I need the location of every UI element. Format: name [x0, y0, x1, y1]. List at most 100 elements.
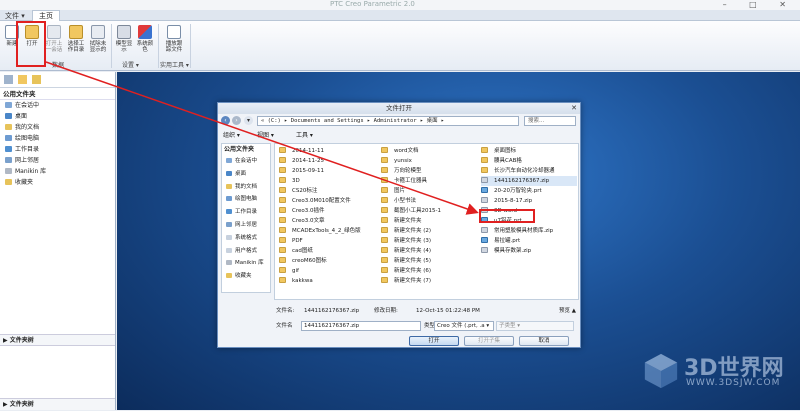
ribbon-divider: [158, 24, 159, 68]
dialog-nav-item[interactable]: 网上邻居: [222, 219, 270, 232]
file-item[interactable]: 2015-8-17.zip: [481, 196, 577, 206]
dialog-nav-item[interactable]: 我的文档: [222, 181, 270, 194]
file-item[interactable]: 易拉罐.prt: [481, 236, 577, 246]
nav-item-desktop[interactable]: 桌面: [0, 111, 115, 122]
file-name-input[interactable]: 1441162176367.zip: [301, 321, 421, 331]
folder-icon: [381, 247, 388, 253]
folder-item[interactable]: 小型书法: [381, 196, 441, 206]
dialog-nav-item[interactable]: 在会话中: [222, 155, 270, 168]
folder-browser-icon[interactable]: [18, 75, 27, 84]
folder-icon: [481, 167, 488, 173]
folder-item[interactable]: 截图小工具2015-1: [381, 206, 441, 216]
folder-item[interactable]: 新建文件夹 (7): [381, 276, 441, 286]
recent-locations-icon[interactable]: ▾: [244, 116, 253, 125]
open-last-session-button[interactable]: 打开上一会话: [44, 25, 64, 53]
working-directory-button[interactable]: 选择工作目录: [66, 25, 86, 53]
folder-item[interactable]: 图片: [381, 186, 441, 196]
favorites-icon[interactable]: [32, 75, 41, 84]
folder-item[interactable]: yunsix: [381, 156, 441, 166]
folder-item[interactable]: creoM60图标: [279, 256, 361, 266]
file-name: MCADExTools_4_2_绿色版: [292, 228, 361, 234]
dialog-nav-item[interactable]: 桌面: [222, 168, 270, 181]
folder-item[interactable]: 新建文件夹 (4): [381, 246, 441, 256]
folder-item[interactable]: word文档: [381, 146, 441, 156]
folder-item[interactable]: Creo3.0M010配置文件: [279, 196, 361, 206]
folder-item[interactable]: gif: [279, 266, 361, 276]
file-name: 腰具CAB格: [494, 158, 522, 164]
folder-item[interactable]: 长沙汽车自动化冷却器通: [481, 166, 577, 176]
file-item[interactable]: 常用塑胶模具材质库.zip: [481, 226, 577, 236]
file-name: 2015-8-17.zip: [494, 198, 533, 204]
file-item[interactable]: 模具存数架.zip: [481, 246, 577, 256]
folder-tree-bottom[interactable]: ▶ 文件夹树: [0, 398, 115, 410]
folder-item[interactable]: PDF: [279, 236, 361, 246]
folder-item[interactable]: 新建文件夹 (2): [381, 226, 441, 236]
forward-icon[interactable]: ›: [232, 116, 241, 125]
file-item[interactable]: 1441162176367.zip: [481, 176, 577, 186]
preview-toggle[interactable]: 预览 ▲: [559, 306, 576, 316]
play-trail-file-button[interactable]: 播放跟踪文件: [164, 25, 184, 53]
folder-item[interactable]: 新建文件夹: [381, 216, 441, 226]
subtype-select[interactable]: 子类型 ▾: [496, 321, 574, 331]
address-path[interactable]: « (C:) ▸ Documents and Settings ▸ Admini…: [257, 116, 519, 126]
system-colors-button[interactable]: 系统颜色: [135, 25, 155, 53]
folder-item[interactable]: 新建文件夹 (6): [381, 266, 441, 276]
folder-icon: [381, 147, 388, 153]
nav-item-computer[interactable]: 绘图电脑: [0, 133, 115, 144]
file-menu[interactable]: 文件 ▾: [2, 11, 28, 21]
close-icon[interactable]: ✕: [571, 103, 577, 114]
folder-item[interactable]: CS20标注: [279, 186, 361, 196]
file-item[interactable]: 20-20万智轮央.prt: [481, 186, 577, 196]
dialog-nav-item[interactable]: 用户格式: [222, 245, 270, 258]
folder-item[interactable]: MCADExTools_4_2_绿色版: [279, 226, 361, 236]
nav-item-my-documents[interactable]: 我的文档: [0, 122, 115, 133]
folder-item[interactable]: 3D: [279, 176, 361, 186]
dialog-nav-item[interactable]: Manikin 库: [222, 257, 270, 270]
nav-item-favorites[interactable]: 收藏夹: [0, 177, 115, 188]
search-input[interactable]: 搜索...: [524, 116, 576, 126]
dialog-nav-item[interactable]: 绘图电脑: [222, 193, 270, 206]
folder-item[interactable]: 桌面图标: [481, 146, 577, 156]
views-menu[interactable]: 视图 ▾: [257, 130, 274, 141]
folder-item[interactable]: 腰具CAB格: [481, 156, 577, 166]
group-settings-label[interactable]: 设置 ▾: [122, 60, 139, 69]
nav-item-manikin[interactable]: Manikin 库: [0, 166, 115, 177]
folder-item[interactable]: 新建文件夹 (3): [381, 236, 441, 246]
nav-item-in-session[interactable]: 在会话中: [0, 100, 115, 111]
open-file-button[interactable]: 打开: [409, 336, 459, 346]
folder-item[interactable]: 卡箍工位器具: [381, 176, 441, 186]
cube-logo-icon: [644, 353, 678, 389]
folder-item[interactable]: 2014-11-25: [279, 156, 361, 166]
zip-file-icon: [481, 247, 488, 253]
folder-item[interactable]: 2015-09-11: [279, 166, 361, 176]
organize-menu[interactable]: 组织 ▾: [223, 130, 240, 141]
dialog-nav-item[interactable]: 收藏夹: [222, 270, 270, 283]
folder-item[interactable]: 万向轮模型: [381, 166, 441, 176]
system-formats-icon: [226, 234, 232, 240]
dialog-nav-item[interactable]: 工作目录: [222, 206, 270, 219]
model-tree-icon[interactable]: [4, 75, 13, 84]
open-subset-button[interactable]: 打开子集: [464, 336, 514, 346]
nav-item-working-directory[interactable]: 工作目录: [0, 144, 115, 155]
nav-item-network[interactable]: 网上邻居: [0, 155, 115, 166]
folder-icon: [381, 167, 388, 173]
folder-item[interactable]: 2014-11-11: [279, 146, 361, 156]
play-trail-file-label: 播放跟踪文件: [165, 41, 183, 53]
model-display-button[interactable]: 模型显示: [114, 25, 134, 53]
erase-not-displayed-button[interactable]: 拭除未显示的: [88, 25, 108, 53]
dialog-nav-item[interactable]: 系统格式: [222, 232, 270, 245]
window-controls[interactable]: – □ ✕: [723, 0, 796, 9]
folder-item[interactable]: Creo3.0文章: [279, 216, 361, 226]
file-type-select[interactable]: Creo 文件 (.prt, .a ▾: [434, 321, 494, 331]
folder-item[interactable]: kakkwa: [279, 276, 361, 286]
tools-menu[interactable]: 工具 ▾: [296, 130, 313, 141]
tab-home[interactable]: 主页: [32, 10, 60, 21]
group-utilities-label[interactable]: 实用工具 ▾: [160, 60, 189, 69]
title-bar: PTC Creo Parametric 2.0 – □ ✕: [0, 0, 800, 10]
cancel-button[interactable]: 取消: [519, 336, 569, 346]
folder-item[interactable]: Creo3.0插件: [279, 206, 361, 216]
folder-tree-toggle[interactable]: ▶ 文件夹树: [0, 334, 115, 346]
folder-item[interactable]: cad图纸: [279, 246, 361, 256]
folder-item[interactable]: 新建文件夹 (5): [381, 256, 441, 266]
back-icon[interactable]: ‹: [221, 116, 230, 125]
